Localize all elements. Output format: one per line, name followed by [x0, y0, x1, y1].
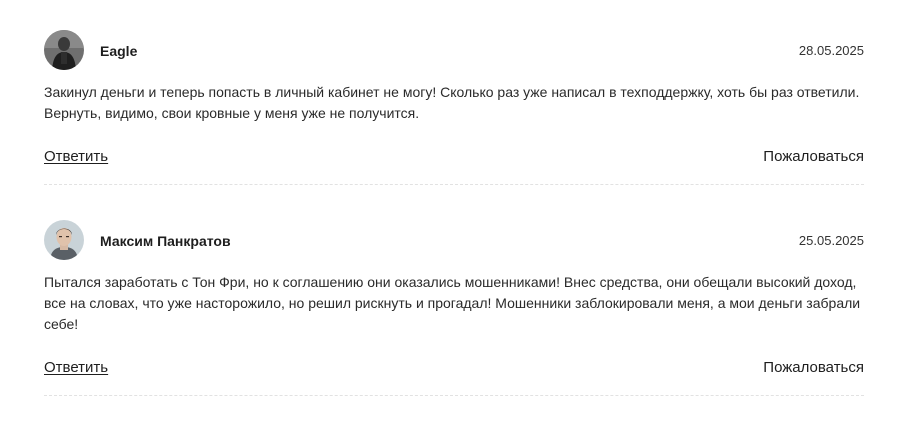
avatar: [44, 220, 84, 260]
report-link[interactable]: Пожаловаться: [763, 359, 864, 376]
comment-item: Максим Панкратов 25.05.2025 Пытался зара…: [44, 220, 864, 396]
comment-divider: [44, 184, 864, 185]
comment-item: Eagle 28.05.2025 Закинул деньги и теперь…: [44, 30, 864, 185]
comment-actions: Ответить Пожаловаться: [44, 148, 864, 170]
comment-divider: [44, 395, 864, 396]
comment-date: 25.05.2025: [798, 233, 864, 248]
comment-author: Eagle: [100, 43, 138, 59]
comment-actions: Ответить Пожаловаться: [44, 359, 864, 381]
reply-link[interactable]: Ответить: [44, 148, 108, 165]
report-link[interactable]: Пожаловаться: [763, 148, 864, 165]
avatar-photo-icon: [44, 220, 84, 260]
comment-text: Закинул деньги и теперь попасть в личный…: [44, 84, 860, 121]
comment-header: Eagle 28.05.2025: [44, 30, 864, 72]
comment-date: 28.05.2025: [798, 43, 864, 58]
avatar: [44, 30, 84, 70]
comment-header: Максим Панкратов 25.05.2025: [44, 220, 864, 262]
comment-text: Пытался заработать с Тон Фри, но к согла…: [44, 274, 861, 332]
reply-link[interactable]: Ответить: [44, 359, 108, 376]
comment-author: Максим Панкратов: [100, 233, 231, 249]
avatar-photo-icon: [44, 30, 84, 70]
